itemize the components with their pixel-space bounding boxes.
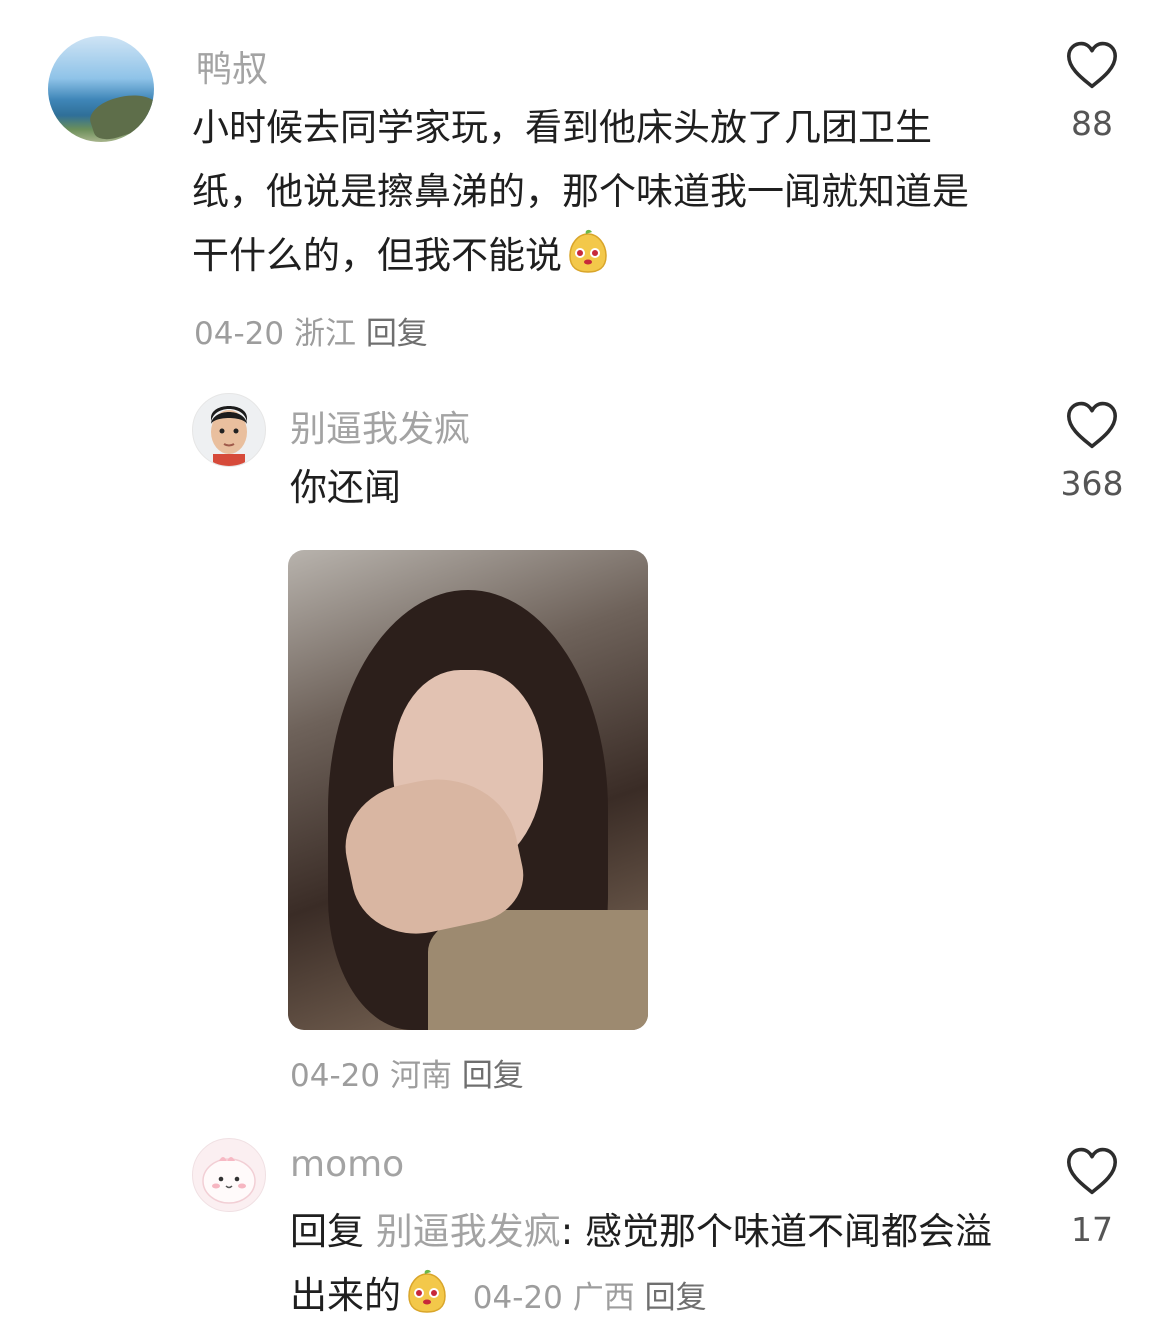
heart-outline-icon — [1065, 40, 1119, 90]
username[interactable]: 鸭叔 — [196, 40, 268, 92]
reply-prefix: 回复 — [290, 1210, 364, 1253]
like-count: 88 — [1071, 104, 1113, 143]
like-button[interactable]: 17 — [1052, 1146, 1132, 1249]
username[interactable]: momo — [290, 1144, 404, 1185]
reply-button[interactable]: 回复 — [462, 1058, 524, 1094]
smirk-emoji-icon — [403, 1268, 451, 1316]
avatar[interactable] — [192, 393, 266, 467]
username[interactable]: 别逼我发疯 — [290, 400, 470, 452]
like-button[interactable]: 88 — [1052, 40, 1132, 143]
reaction-photo[interactable] — [288, 550, 648, 1030]
reply-button[interactable]: 回复 — [366, 316, 428, 352]
comment-meta: 04-20 浙江 回复 — [194, 308, 428, 353]
avatar[interactable] — [192, 1138, 266, 1212]
comment-meta: 04-20 广西 回复 — [473, 1280, 707, 1316]
comment-meta: 04-20 河南 回复 — [290, 1050, 524, 1095]
comment-date: 04-20 — [290, 1058, 381, 1094]
comment-text: 回复 别逼我发疯: 感觉那个味道不闻都会溢出来的 04-20 广西 回复 — [290, 1210, 992, 1317]
heart-outline-icon — [1065, 400, 1119, 450]
comment-location: 广西 — [572, 1280, 635, 1316]
comment-text: 你还闻 — [290, 466, 401, 509]
heart-outline-icon — [1065, 1146, 1119, 1196]
reply-button[interactable]: 回复 — [645, 1280, 707, 1316]
reply-to-username[interactable]: 别逼我发疯 — [376, 1210, 561, 1253]
comment-text: 小时候去同学家玩，看到他床头放了几团卫生纸，他说是擦鼻涕的，那个味道我一闻就知道… — [192, 106, 969, 277]
smirk-emoji-icon — [564, 228, 612, 276]
like-count: 368 — [1060, 464, 1124, 503]
like-count: 17 — [1071, 1210, 1113, 1249]
like-button[interactable]: 368 — [1052, 400, 1132, 503]
comment-location: 河南 — [389, 1058, 452, 1094]
comment-location: 浙江 — [293, 316, 356, 352]
comment-date: 04-20 — [472, 1280, 563, 1316]
avatar[interactable] — [48, 36, 154, 142]
comment-date: 04-20 — [194, 316, 285, 352]
